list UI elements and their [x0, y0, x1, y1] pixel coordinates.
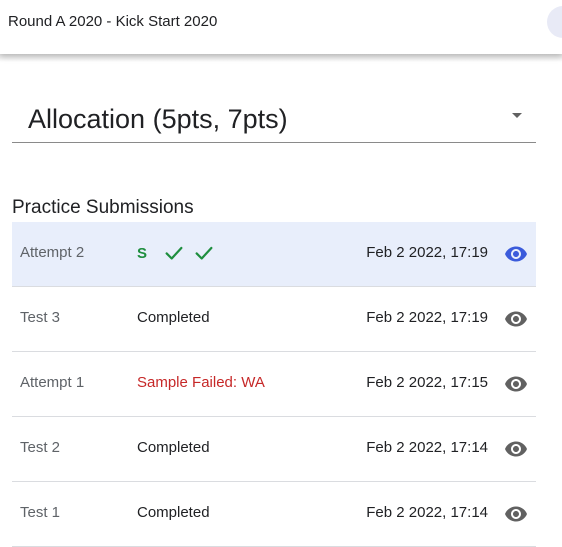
submission-row[interactable]: Test 3 Completed Feb 2 2022, 17:19: [12, 287, 536, 352]
submission-date: Feb 2 2022, 17:14: [366, 504, 488, 521]
submission-name: Test 1: [20, 504, 61, 521]
submission-row[interactable]: Test 2 Completed Feb 2 2022, 17:14: [12, 417, 536, 482]
top-app-bar: Round A 2020 - Kick Start 2020: [0, 0, 562, 54]
submission-row[interactable]: Attempt 2 S Feb 2 2022, 17:19: [12, 222, 536, 287]
view-eye-icon[interactable]: [504, 242, 528, 266]
submission-date: Feb 2 2022, 17:15: [366, 374, 488, 391]
submission-name: Test 2: [20, 439, 61, 456]
submission-row[interactable]: Attempt 1 Sample Failed: WA Feb 2 2022, …: [12, 352, 536, 417]
avatar[interactable]: [547, 6, 562, 38]
submission-name: Test 3: [20, 309, 61, 326]
submission-row[interactable]: Test 1 Completed Feb 2 2022, 17:14: [12, 482, 536, 547]
submission-name: Attempt 2: [20, 244, 85, 261]
view-eye-icon[interactable]: [504, 372, 528, 396]
submission-status: Completed: [137, 504, 210, 521]
problem-select-value: Allocation (5pts, 7pts): [28, 104, 288, 134]
submission-status: Completed: [137, 439, 210, 456]
submission-status: Sample Failed: WA: [137, 374, 265, 391]
page-title: Round A 2020 - Kick Start 2020: [8, 13, 218, 30]
problem-select[interactable]: Allocation (5pts, 7pts): [12, 96, 536, 143]
dropdown-caret-icon[interactable]: [512, 113, 522, 118]
sample-passed-badge: S: [137, 244, 148, 262]
submissions-list: Attempt 2 S Feb 2 2022, 17:19 Test 3 Com…: [12, 222, 536, 547]
submission-name: Attempt 1: [20, 374, 85, 391]
submission-date: Feb 2 2022, 17:19: [366, 244, 488, 261]
submission-date: Feb 2 2022, 17:19: [366, 309, 488, 326]
submission-verdicts: S: [137, 241, 223, 265]
check-icon: [195, 246, 213, 260]
view-eye-icon[interactable]: [504, 437, 528, 461]
practice-submissions-heading: Practice Submissions: [12, 197, 194, 218]
check-icon: [165, 246, 183, 260]
view-eye-icon[interactable]: [504, 307, 528, 331]
app-bar-shadow: [0, 54, 562, 62]
submission-date: Feb 2 2022, 17:14: [366, 439, 488, 456]
view-eye-icon[interactable]: [504, 502, 528, 526]
submission-status: Completed: [137, 309, 210, 326]
